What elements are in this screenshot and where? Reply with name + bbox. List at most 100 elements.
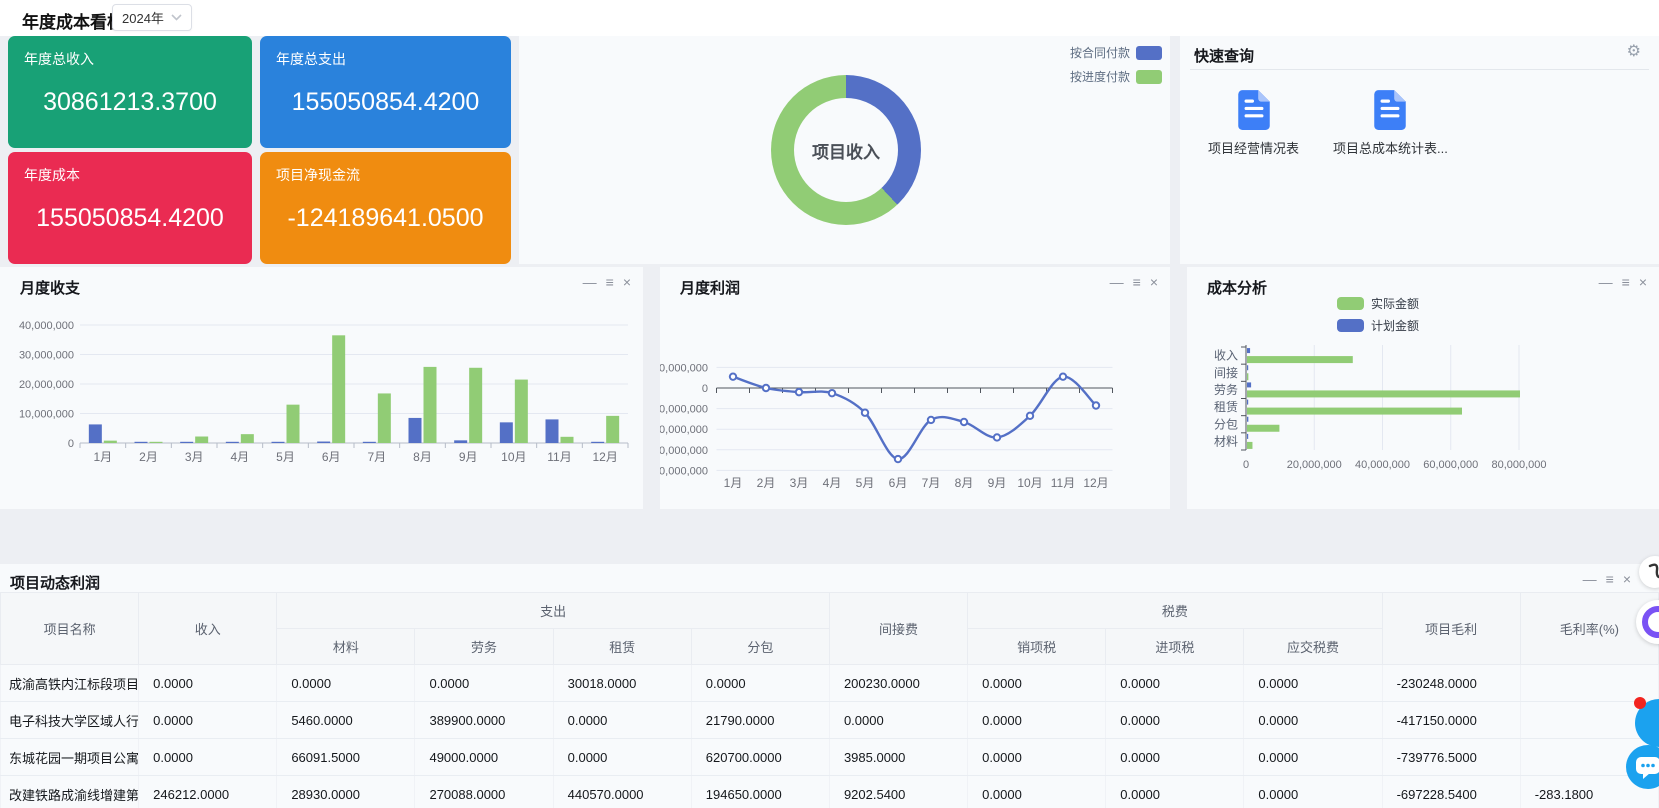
menu-button[interactable]: ≡ <box>1622 274 1630 290</box>
donut-hole: 项目收入 <box>794 98 898 202</box>
table-cell: -417150.0000 <box>1382 702 1520 739</box>
panel-title: 月度收支 <box>20 277 80 298</box>
close-button[interactable]: × <box>1150 274 1158 290</box>
table-cell: 0.0000 <box>277 665 415 702</box>
panel-cost-analysis: 成本分析 — ≡ × 实际金额计划金额020,000,00040,000,000… <box>1187 267 1659 509</box>
kpi-label: 年度成本 <box>24 165 236 185</box>
x-axis-label: 5月 <box>856 476 875 490</box>
x-axis-label: 80,000,000 <box>1491 459 1546 471</box>
legend-item-progress[interactable]: 按进度付款 <box>1070 68 1162 85</box>
bar-planned <box>1247 365 1248 370</box>
table-row[interactable]: 东城花园一期项目公寓0.000066091.500049000.00000.00… <box>1 739 1659 776</box>
gear-icon[interactable]: ⚙ <box>1627 41 1641 61</box>
minimize-button[interactable]: — <box>1583 571 1597 587</box>
data-point <box>928 417 934 423</box>
legend-swatch <box>1337 319 1364 332</box>
quick-query-item-report1[interactable]: 项目经营情况表 <box>1208 88 1299 157</box>
chevron-down-icon <box>171 14 182 21</box>
table-cell: 0.0000 <box>415 665 553 702</box>
x-axis-label: 8月 <box>413 450 432 464</box>
quick-query-title: 快速查询 <box>1194 45 1254 66</box>
x-axis-label: 2月 <box>139 450 158 464</box>
bar-expense <box>424 367 437 443</box>
data-point <box>763 385 769 391</box>
table-cell: 0.0000 <box>1244 739 1382 776</box>
monthly-cashflow-chart[interactable]: 40,000,00030,000,00020,000,00010,000,000… <box>0 301 643 509</box>
notification-badge <box>1634 697 1646 709</box>
data-point <box>994 434 1000 440</box>
col-header-project-name: 项目名称 <box>1 593 139 665</box>
kpi-card-annual-income: 年度总收入 30861213.3700 <box>8 36 252 148</box>
table-cell: 30018.0000 <box>553 665 691 702</box>
col-group-tax: 税费 <box>968 593 1382 629</box>
table-cell: 21790.0000 <box>691 702 829 739</box>
menu-button[interactable]: ≡ <box>1133 274 1141 290</box>
project-profit-table[interactable]: 项目名称 收入 支出 间接费 税费 项目毛利 毛利率(%) 材料 劳务 租赁 分… <box>0 592 1659 808</box>
project-name-cell: 东城花园一期项目公寓 <box>1 739 139 776</box>
quick-query-item-report2[interactable]: 项目总成本统计表... <box>1333 88 1448 157</box>
close-button[interactable]: × <box>1623 571 1631 587</box>
table-row[interactable]: 改建铁路成渝线增建第246212.000028930.0000270088.00… <box>1 776 1659 808</box>
kpi-label: 年度总收入 <box>24 49 236 69</box>
col-header-indirect: 间接费 <box>829 593 967 665</box>
panel-project-dynamic-profit: 项目动态利润 — ≡ × 项目名称 收入 支出 间接费 税费 项目毛利 毛利率(… <box>0 564 1659 808</box>
monthly-profit-chart[interactable]: 10,000,0000-10,000,000-20,000,000-30,000… <box>660 301 1170 509</box>
table-cell: 0.0000 <box>1244 776 1382 808</box>
donut-chart[interactable]: 项目收入 <box>771 75 921 225</box>
data-point <box>829 390 835 396</box>
bar-income <box>500 422 513 443</box>
bar-income <box>135 442 148 443</box>
cost-analysis-chart[interactable]: 实际金额计划金额020,000,00040,000,00060,000,0008… <box>1187 293 1659 509</box>
quick-query-item-label: 项目总成本统计表... <box>1333 138 1448 157</box>
bar-income <box>546 419 559 443</box>
legend-item-contract[interactable]: 按合同付款 <box>1070 44 1162 61</box>
donut-center-label: 项目收入 <box>812 138 880 163</box>
table-cell: 0.0000 <box>968 739 1106 776</box>
x-axis-label: 6月 <box>322 450 341 464</box>
table-cell: 49000.0000 <box>415 739 553 776</box>
chat-icon <box>1635 755 1659 780</box>
table-cell: -739776.5000 <box>1382 739 1520 776</box>
kpi-value: 155050854.4200 <box>276 69 495 135</box>
table-cell: 0.0000 <box>968 702 1106 739</box>
x-axis-label: 5月 <box>276 450 295 464</box>
bar-actual <box>1247 356 1353 363</box>
bar-actual <box>1247 425 1279 432</box>
minimize-button[interactable]: — <box>583 274 597 290</box>
x-axis-label: 10月 <box>501 450 526 464</box>
category-label: 收入 <box>1214 349 1238 363</box>
year-selector[interactable]: 2024年 <box>112 4 192 31</box>
bar-expense <box>469 368 482 443</box>
col-header-payable-tax: 应交税费 <box>1244 629 1382 665</box>
table-header: 项目名称 收入 支出 间接费 税费 项目毛利 毛利率(%) 材料 劳务 租赁 分… <box>1 593 1659 665</box>
project-name-cell: 电子科技大学区域人行 <box>1 702 139 739</box>
table-row[interactable]: 电子科技大学区域人行0.00005460.0000389900.00000.00… <box>1 702 1659 739</box>
ring-icon <box>1642 606 1659 638</box>
table-title: 项目动态利润 <box>10 572 100 593</box>
menu-button[interactable]: ≡ <box>1606 571 1614 587</box>
table-cell: 0.0000 <box>1244 702 1382 739</box>
x-axis-label: 1月 <box>93 450 112 464</box>
col-header-material: 材料 <box>277 629 415 665</box>
data-point <box>1060 373 1066 379</box>
close-button[interactable]: × <box>1639 274 1647 290</box>
minimize-button[interactable]: — <box>1599 274 1613 290</box>
table-cell: 0.0000 <box>968 776 1106 808</box>
bar-expense <box>515 380 528 443</box>
y-axis-label: 0 <box>68 438 74 450</box>
table-cell: 0.0000 <box>139 665 277 702</box>
table-cell: 0.0000 <box>553 702 691 739</box>
project-name-cell: 成渝高铁内江标段项目 <box>1 665 139 702</box>
menu-button[interactable]: ≡ <box>606 274 614 290</box>
col-header-gross-profit: 项目毛利 <box>1382 593 1520 665</box>
minimize-button[interactable]: — <box>1110 274 1124 290</box>
kpi-card-net-cashflow: 项目净现金流 -124189641.0500 <box>260 152 511 264</box>
table-row[interactable]: 成渝高铁内江标段项目0.00000.00000.000030018.00000.… <box>1 665 1659 702</box>
y-axis-label: -20,000,000 <box>660 424 708 436</box>
data-point <box>862 410 868 416</box>
close-button[interactable]: × <box>623 274 631 290</box>
y-axis-label: -30,000,000 <box>660 445 708 457</box>
x-axis-label: 7月 <box>922 476 941 490</box>
bar-planned <box>1247 434 1248 439</box>
x-axis-label: 11月 <box>547 450 571 464</box>
